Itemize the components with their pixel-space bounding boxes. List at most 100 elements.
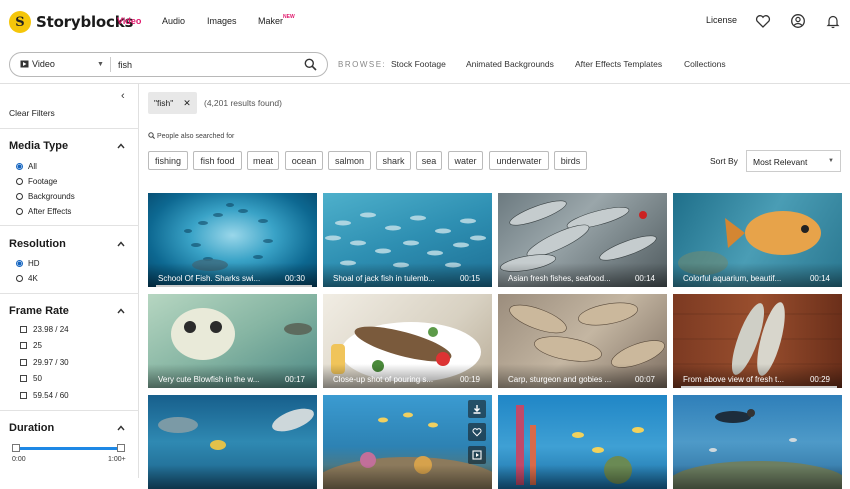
option-label: 59.54 / 60	[33, 391, 69, 400]
video-thumbnail[interactable]: From above view of fresh t... 00:29	[673, 294, 842, 388]
video-thumbnail[interactable]	[323, 395, 492, 489]
video-duration: 00:29	[809, 375, 830, 384]
search-box: Video ▼	[9, 52, 328, 77]
video-thumbnail[interactable]	[148, 395, 317, 489]
duration-max-handle[interactable]	[117, 444, 125, 452]
tag-underwater[interactable]: underwater	[489, 151, 549, 170]
browse-stock-footage[interactable]: Stock Footage	[391, 59, 446, 69]
media-type-all[interactable]: All	[16, 162, 37, 171]
radio-icon	[16, 193, 23, 200]
duration-min-label: 0:00	[12, 456, 26, 463]
frame-rate-29-97[interactable]: 29.97 / 30	[20, 358, 69, 367]
video-thumbnail[interactable]	[673, 395, 842, 489]
logo-badge: S	[9, 11, 31, 33]
video-thumbnail[interactable]: Very cute Blowfish in the w... 00:17	[148, 294, 317, 388]
resolution-title[interactable]: Resolution	[9, 238, 66, 250]
tag-sea[interactable]: sea	[416, 151, 442, 170]
chevron-down-icon: ▼	[97, 61, 104, 68]
preview-icon[interactable]	[468, 446, 486, 464]
resolution-4k[interactable]: 4K	[16, 274, 38, 283]
search-input[interactable]	[118, 58, 298, 72]
duration-max-label: 1:00+	[108, 456, 126, 463]
video-title: Asian fresh fishes, seafood...	[508, 274, 611, 283]
option-label: 29.97 / 30	[33, 358, 69, 367]
duration-slider-track[interactable]	[15, 447, 121, 450]
divider	[0, 225, 139, 226]
browse-animated-backgrounds[interactable]: Animated Backgrounds	[466, 59, 554, 69]
duration-min-handle[interactable]	[12, 444, 20, 452]
video-thumbnail[interactable]: Close-up shot of pouring s... 00:19	[323, 294, 492, 388]
video-thumbnail[interactable]: School Of Fish. Sharks swi... 00:30	[148, 193, 317, 287]
heart-icon[interactable]	[755, 13, 771, 29]
video-duration: 00:07	[634, 375, 655, 384]
tag-meat[interactable]: meat	[247, 151, 279, 170]
video-title: Colorful aquarium, beautif...	[683, 274, 782, 283]
checkbox-icon	[20, 326, 27, 333]
chevron-up-icon[interactable]	[117, 143, 125, 149]
resolution-hd[interactable]: HD	[16, 259, 40, 268]
also-searched-label: People also searched for	[156, 133, 235, 140]
tag-shark[interactable]: shark	[376, 151, 411, 170]
search-row: Video ▼ BROWSE: Stock Footage Animated B…	[0, 44, 850, 84]
tag-salmon[interactable]: salmon	[328, 151, 371, 170]
clear-filters-link[interactable]: Clear Filters	[9, 108, 55, 118]
nav-video[interactable]: Video	[117, 16, 141, 26]
bell-icon[interactable]	[825, 13, 841, 29]
frame-rate-50[interactable]: 50	[20, 374, 42, 383]
video-thumbnail[interactable]	[498, 395, 667, 489]
tag-water[interactable]: water	[448, 151, 483, 170]
collapse-sidebar-icon[interactable]: ‹	[121, 90, 125, 102]
favorite-icon[interactable]	[468, 423, 486, 441]
video-thumbnail[interactable]: Shoal of jack fish in tulemb... 00:15	[323, 193, 492, 287]
video-thumbnail[interactable]: Colorful aquarium, beautif... 00:14	[673, 193, 842, 287]
close-icon[interactable]: ✕	[183, 98, 191, 109]
video-duration: 00:14	[809, 274, 830, 283]
browse-label: BROWSE:	[338, 60, 387, 69]
media-type-backgrounds[interactable]: Backgrounds	[16, 192, 75, 201]
chevron-up-icon[interactable]	[117, 308, 125, 314]
download-icon[interactable]	[468, 400, 486, 418]
video-thumbnail[interactable]: Carp, sturgeon and gobies ... 00:07	[498, 294, 667, 388]
active-filter-chip[interactable]: "fish" ✕	[148, 92, 197, 114]
frame-rate-59-94[interactable]: 59.54 / 60	[20, 391, 69, 400]
frame-rate-title[interactable]: Frame Rate	[9, 305, 69, 317]
caption-overlay	[673, 465, 842, 489]
results-area: "fish" ✕ (4,201 results found) People al…	[140, 84, 850, 489]
radio-icon	[16, 275, 23, 282]
sort-select[interactable]: Most Relevant ▼	[746, 150, 841, 172]
media-type-after-effects[interactable]: After Effects	[16, 207, 71, 216]
tag-fishing[interactable]: fishing	[148, 151, 188, 170]
media-type-select[interactable]: Video	[20, 59, 55, 69]
license-link[interactable]: License	[706, 15, 737, 25]
video-thumbnail[interactable]: Asian fresh fishes, seafood... 00:14	[498, 193, 667, 287]
checkbox-icon	[20, 342, 27, 349]
option-label: All	[28, 162, 37, 171]
media-type-footage[interactable]: Footage	[16, 177, 57, 186]
nav-maker[interactable]: Maker	[258, 16, 283, 26]
duration-title[interactable]: Duration	[9, 422, 54, 434]
browse-after-effects-templates[interactable]: After Effects Templates	[575, 59, 662, 69]
top-bar: S Storyblocks Video Audio Images Maker N…	[0, 0, 850, 44]
new-badge: NEW	[283, 14, 295, 20]
browse-collections[interactable]: Collections	[684, 59, 726, 69]
option-label: Backgrounds	[28, 192, 75, 201]
tag-birds[interactable]: birds	[554, 151, 587, 170]
search-icon[interactable]	[304, 58, 317, 71]
chevron-up-icon[interactable]	[117, 425, 125, 431]
frame-rate-23-98[interactable]: 23.98 / 24	[20, 325, 69, 334]
chevron-up-icon[interactable]	[117, 241, 125, 247]
results-count: (4,201 results found)	[204, 98, 282, 108]
option-label: 50	[33, 374, 42, 383]
media-type-title[interactable]: Media Type	[9, 140, 68, 152]
nav-images[interactable]: Images	[207, 16, 237, 26]
radio-icon	[16, 260, 23, 267]
checkbox-icon	[20, 375, 27, 382]
divider	[0, 293, 139, 294]
storyblocks-logo[interactable]: S Storyblocks	[9, 11, 133, 33]
account-icon[interactable]	[790, 13, 806, 29]
frame-rate-25[interactable]: 25	[20, 341, 42, 350]
video-duration: 00:19	[459, 375, 480, 384]
nav-audio[interactable]: Audio	[162, 16, 185, 26]
tag-ocean[interactable]: ocean	[285, 151, 323, 170]
tag-fish-food[interactable]: fish food	[193, 151, 242, 170]
